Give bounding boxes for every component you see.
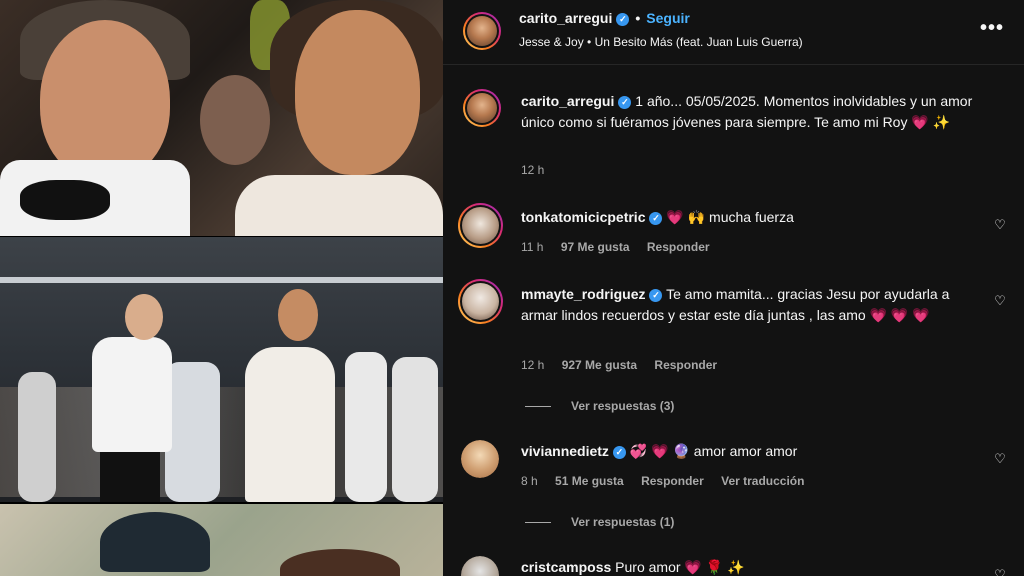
reply-button[interactable]: Responder <box>654 358 717 372</box>
audio-track[interactable]: Jesse & Joy • Un Besito Más (feat. Juan … <box>519 35 803 49</box>
view-replies-button[interactable]: Ver respuestas (3) <box>525 399 674 413</box>
replies-line <box>525 522 551 524</box>
author-avatar[interactable] <box>463 12 501 50</box>
comment-likes[interactable]: 927 Me gusta <box>562 358 637 372</box>
follow-button[interactable]: Seguir <box>646 10 690 26</box>
comment-time[interactable]: 11 h <box>521 240 543 254</box>
comment-likes[interactable]: 97 Me gusta <box>561 240 630 254</box>
view-replies-label[interactable]: Ver respuestas (1) <box>571 515 674 529</box>
comment-username[interactable]: cristcamposs <box>521 559 611 575</box>
post-media-collage[interactable] <box>0 0 443 576</box>
heart-outline-icon[interactable]: ♡ <box>993 218 1007 232</box>
header-divider <box>443 64 1024 65</box>
heart-outline-icon[interactable]: ♡ <box>993 568 1007 576</box>
comment-likes[interactable]: 51 Me gusta <box>555 474 624 488</box>
reply-button[interactable]: Responder <box>647 240 710 254</box>
verified-badge-icon: ✓ <box>616 13 630 26</box>
photo-couple-closeup <box>0 0 443 236</box>
verified-badge-icon: ✓ <box>612 446 626 459</box>
comment-2-meta: 12 h 927 Me gusta Responder <box>521 358 731 372</box>
reply-button[interactable]: Responder <box>641 474 704 488</box>
comment-3: viviannedietz ✓ 💞 💗 🔮 amor amor amor <box>521 441 961 462</box>
comment-text: mucha fuerza <box>709 209 794 225</box>
comment-avatar[interactable] <box>461 556 499 576</box>
comment-2: mmayte_rodriguez ✓ Te amo mamita... graci… <box>521 284 961 326</box>
comment-text: amor amor amor <box>693 443 798 459</box>
verified-badge-icon: ✓ <box>649 212 663 225</box>
comment-username[interactable]: viviannedietz <box>521 443 609 459</box>
comment-emojis: 💗 💗 💗 <box>869 307 930 323</box>
more-options-icon[interactable]: ••• <box>980 18 1004 38</box>
photo-wedding-dance <box>0 237 443 502</box>
replies-line <box>525 406 551 408</box>
caption-avatar[interactable] <box>463 89 501 127</box>
caption-time[interactable]: 12 h <box>521 163 544 177</box>
comment-emojis: 💗 🌹 ✨ <box>684 559 745 575</box>
comment-emojis: 💗 🙌 <box>666 209 706 225</box>
author-username[interactable]: carito_arregui <box>519 10 612 26</box>
caption-emojis: 💗 ✨ <box>911 114 951 130</box>
verified-badge-icon: ✓ <box>618 96 632 109</box>
photo-outdoor <box>0 504 443 576</box>
comments-panel: carito_arregui ✓ • Seguir Jesse & Joy • Un … <box>443 0 1024 576</box>
comment-time[interactable]: 12 h <box>521 358 544 372</box>
heart-outline-icon[interactable]: ♡ <box>993 452 1007 466</box>
comment-avatar[interactable] <box>461 440 499 478</box>
caption-meta: 12 h <box>521 163 558 177</box>
comment-time[interactable]: 8 h <box>521 474 538 488</box>
comment-avatar[interactable] <box>458 279 503 324</box>
translate-button[interactable]: Ver traducción <box>721 474 804 488</box>
comment-1-meta: 11 h 97 Me gusta Responder <box>521 240 724 254</box>
view-replies-label[interactable]: Ver respuestas (3) <box>571 399 674 413</box>
caption-username[interactable]: carito_arregui <box>521 93 614 109</box>
verified-badge-icon: ✓ <box>649 289 663 302</box>
view-replies-button[interactable]: Ver respuestas (1) <box>525 515 674 529</box>
comment-username[interactable]: tonkatomicicpetric <box>521 209 645 225</box>
separator-dot: • <box>635 10 641 26</box>
comment-3-meta: 8 h 51 Me gusta Responder Ver traducción <box>521 474 818 488</box>
caption: carito_arregui ✓ 1 año... 05/05/2025. Mom… <box>521 91 991 133</box>
heart-outline-icon[interactable]: ♡ <box>993 294 1007 308</box>
comment-text: Puro amor <box>615 559 681 575</box>
comment-avatar[interactable] <box>458 203 503 248</box>
comment-1: tonkatomicicpetric ✓ 💗 🙌 mucha fuerza <box>521 207 961 228</box>
comment-4: cristcamposs Puro amor 💗 🌹 ✨ <box>521 557 961 576</box>
comment-username[interactable]: mmayte_rodriguez <box>521 286 645 302</box>
post-header: carito_arregui ✓ • Seguir <box>519 10 690 26</box>
comment-emojis: 💞 💗 🔮 <box>629 443 690 459</box>
